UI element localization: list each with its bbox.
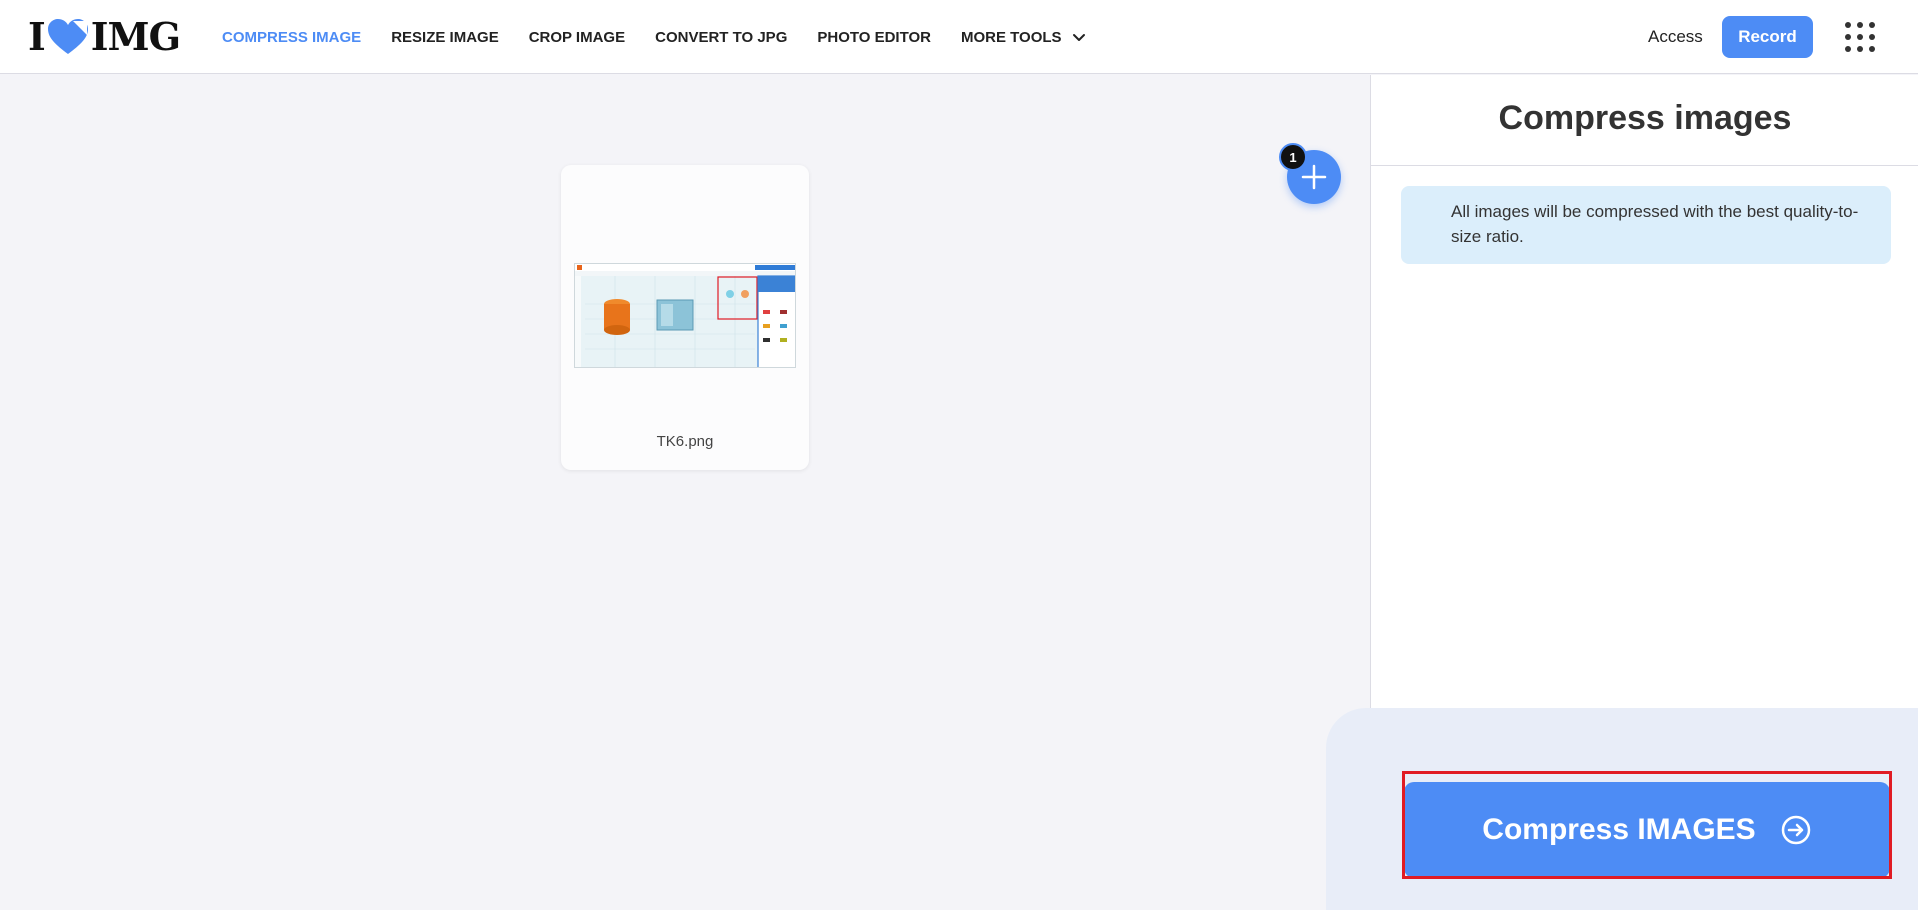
sidebar-title: Compress images [1498,99,1792,137]
heart-logo-icon [47,19,88,54]
nav-convert-to-jpg[interactable]: CONVERT TO JPG [655,29,787,46]
compress-button-highlight [1402,771,1892,879]
access-link[interactable]: Access [1648,27,1703,47]
file-thumbnail [574,263,796,368]
logo[interactable]: I IMG [28,14,181,59]
nav-more-tools[interactable]: MORE TOOLS [961,29,1086,46]
info-message-text: All images will be compressed with the b… [1451,202,1859,246]
upload-workspace: TK6.png [0,75,1370,910]
top-header: I IMG COMPRESS IMAGE RESIZE IMAGE CROP I… [0,0,1918,74]
nav-crop-image[interactable]: CROP IMAGE [529,29,625,46]
file-card[interactable]: TK6.png [561,165,809,470]
record-button[interactable]: Record [1722,16,1813,58]
nav-more-tools-label: MORE TOOLS [961,28,1062,46]
apps-grid-icon[interactable] [1845,22,1875,52]
file-name: TK6.png [656,433,714,450]
sidebar-divider [1371,165,1918,166]
nav-photo-editor[interactable]: PHOTO EDITOR [817,29,931,46]
logo-right-text: IMG [90,14,181,59]
logo-left-text: I [28,14,46,59]
main-nav: COMPRESS IMAGE RESIZE IMAGE CROP IMAGE C… [222,0,1116,74]
thumbnail-preview-image [575,264,795,367]
chevron-down-icon [1072,34,1085,41]
nav-resize-image[interactable]: RESIZE IMAGE [391,29,499,46]
info-message: All images will be compressed with the b… [1401,186,1891,264]
plus-icon [1301,164,1327,190]
file-count-badge: 1 [1279,143,1307,171]
nav-compress-image[interactable]: COMPRESS IMAGE [222,29,361,46]
